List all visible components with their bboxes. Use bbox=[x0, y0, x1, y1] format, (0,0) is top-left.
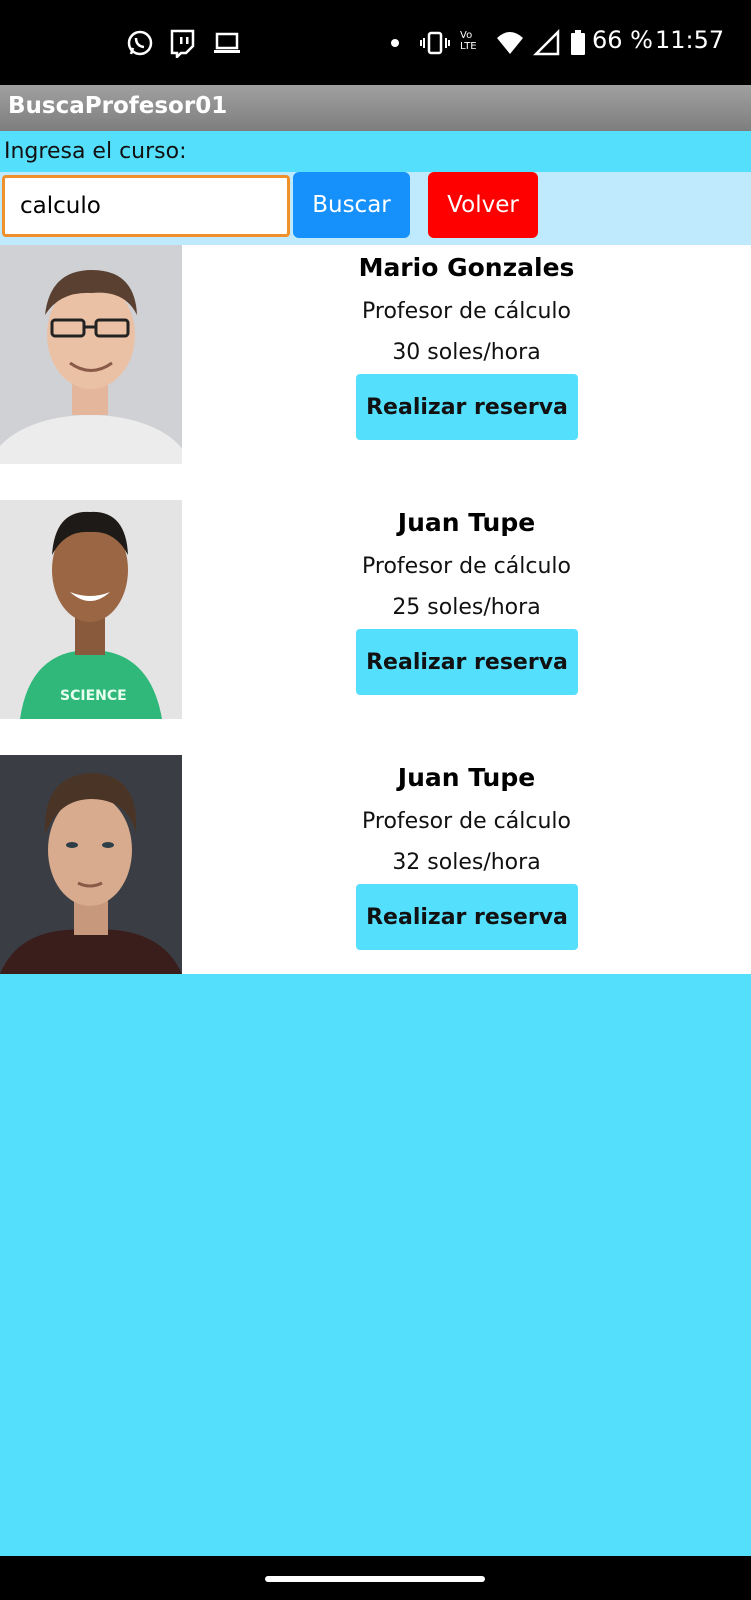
vibrate-icon bbox=[420, 31, 450, 55]
status-bar: Vo LTE 66 % 11:57 bbox=[0, 0, 751, 85]
app-title: BuscaProfesor01 bbox=[8, 93, 228, 119]
twitch-icon bbox=[170, 29, 195, 58]
volte-icon: Vo LTE bbox=[460, 30, 477, 52]
teacher-info: Juan Tupe Profesor de cálculo 25 soles/h… bbox=[182, 500, 751, 719]
course-prompt-label: Ingresa el curso: bbox=[4, 139, 187, 164]
teacher-role: Profesor de cálculo bbox=[362, 554, 571, 579]
teacher-card: Mario Gonzales Profesor de cálculo 30 so… bbox=[0, 245, 751, 464]
app-bar: BuscaProfesor01 bbox=[0, 85, 751, 131]
course-search-input[interactable] bbox=[2, 175, 290, 237]
spacer bbox=[0, 719, 751, 755]
teacher-price: 30 soles/hora bbox=[392, 340, 541, 365]
teacher-name: Juan Tupe bbox=[397, 508, 536, 537]
home-gesture-handle[interactable] bbox=[265, 1576, 485, 1582]
teacher-name: Juan Tupe bbox=[397, 763, 536, 792]
back-button[interactable]: Volver bbox=[428, 172, 538, 238]
laptop-icon bbox=[214, 32, 240, 53]
teacher-info: Mario Gonzales Profesor de cálculo 30 so… bbox=[182, 245, 751, 464]
whatsapp-icon bbox=[127, 30, 153, 56]
teacher-photo: SCIENCE bbox=[0, 500, 182, 719]
search-row: Buscar Volver bbox=[0, 172, 751, 245]
search-button[interactable]: Buscar bbox=[293, 172, 410, 238]
teacher-name: Mario Gonzales bbox=[358, 253, 575, 282]
clock: 11:57 bbox=[655, 26, 725, 54]
teacher-photo bbox=[0, 755, 182, 974]
teacher-card: Juan Tupe Profesor de cálculo 32 soles/h… bbox=[0, 755, 751, 974]
teacher-info: Juan Tupe Profesor de cálculo 32 soles/h… bbox=[182, 755, 751, 974]
battery-level: 66 % bbox=[592, 26, 653, 54]
reserve-button[interactable]: Realizar reserva bbox=[356, 884, 578, 950]
svg-text:SCIENCE: SCIENCE bbox=[60, 688, 127, 704]
spacer bbox=[0, 464, 751, 500]
dot-icon bbox=[391, 39, 399, 47]
reserve-button[interactable]: Realizar reserva bbox=[356, 629, 578, 695]
navigation-bar bbox=[0, 1556, 751, 1600]
results-list: Mario Gonzales Profesor de cálculo 30 so… bbox=[0, 245, 751, 974]
teacher-price: 25 soles/hora bbox=[392, 595, 541, 620]
prompt-row: Ingresa el curso: bbox=[0, 131, 751, 172]
battery-icon bbox=[571, 30, 585, 55]
signal-icon bbox=[532, 28, 560, 56]
teacher-photo bbox=[0, 245, 182, 464]
teacher-card: SCIENCE Juan Tupe Profesor de cálculo 25… bbox=[0, 500, 751, 719]
reserve-button[interactable]: Realizar reserva bbox=[356, 374, 578, 440]
teacher-price: 32 soles/hora bbox=[392, 850, 541, 875]
wifi-icon bbox=[497, 32, 523, 54]
teacher-role: Profesor de cálculo bbox=[362, 809, 571, 834]
teacher-role: Profesor de cálculo bbox=[362, 299, 571, 324]
